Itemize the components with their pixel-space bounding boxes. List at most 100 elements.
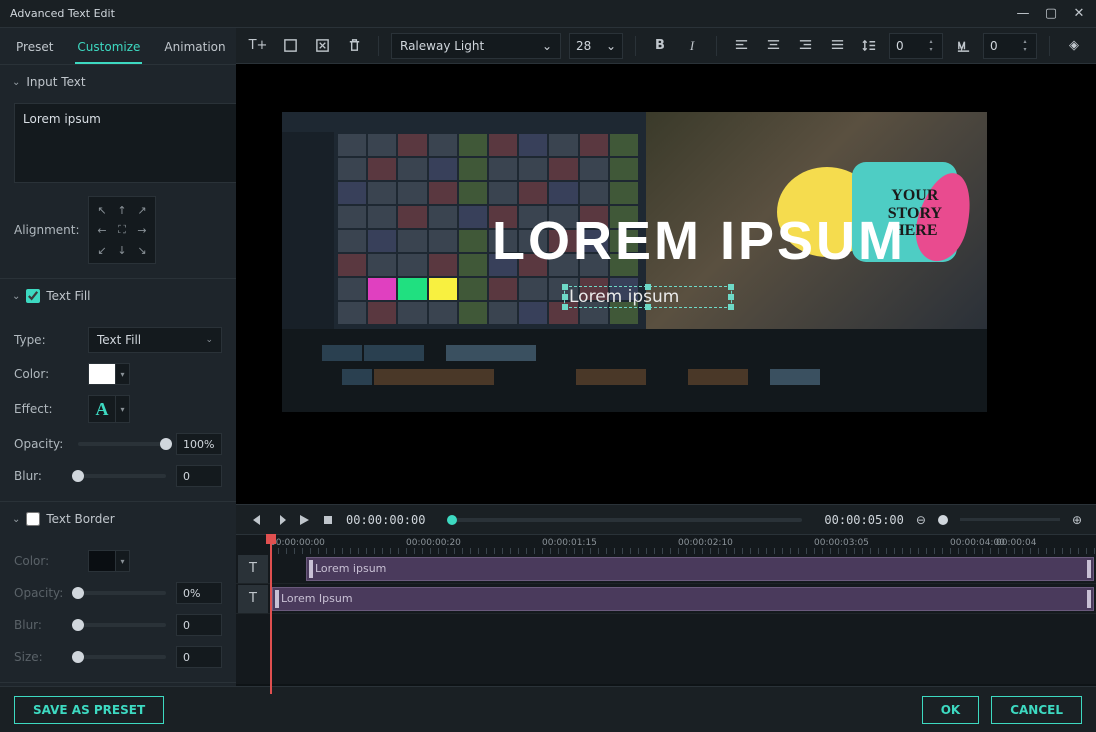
preview-text-selection[interactable]: Lorem ipsum (564, 286, 732, 308)
chevron-down-icon: ⌄ (12, 291, 20, 302)
text-border-checkbox[interactable] (26, 512, 40, 526)
timeline-ruler[interactable]: 00:00:00:00 00:00:00:20 00:00:01:15 00:0… (236, 534, 1096, 554)
fill-type-select[interactable]: Text Fill⌄ (88, 327, 222, 353)
align-tl[interactable]: ↖ (93, 201, 111, 219)
align-mc[interactable]: ⛶ (113, 221, 131, 239)
bold-button[interactable]: B (648, 34, 672, 58)
border-opacity-slider[interactable] (78, 591, 166, 595)
opacity-label: Opacity: (14, 437, 68, 451)
align-center-icon[interactable] (761, 34, 785, 58)
border-size-value[interactable]: 0 (176, 646, 222, 668)
section-title-fill: Text Fill (46, 289, 90, 303)
align-ml[interactable]: ← (93, 221, 111, 239)
timeline-clip[interactable]: Lorem Ipsum (272, 587, 1094, 611)
fill-blur-value[interactable]: 0 (176, 465, 222, 487)
effect-label: Effect: (14, 402, 78, 416)
playhead[interactable] (270, 534, 272, 694)
scrub-bar[interactable] (447, 518, 802, 522)
border-color-label: Color: (14, 554, 78, 568)
close-button[interactable]: ✕ (1072, 6, 1086, 21)
alignment-grid: ↖↑↗ ←⛶→ ↙↓↘ (88, 196, 156, 264)
track-text-icon[interactable]: T (238, 555, 268, 583)
fill-blur-slider[interactable] (78, 474, 166, 478)
maximize-button[interactable]: ▢ (1044, 6, 1058, 21)
align-bc[interactable]: ↓ (113, 241, 131, 259)
type-label: Type: (14, 333, 78, 347)
stop-button[interactable] (322, 514, 334, 526)
align-left-icon[interactable] (729, 34, 753, 58)
zoom-in-button[interactable]: ⊕ (1072, 513, 1082, 527)
zoom-slider[interactable] (938, 515, 948, 525)
align-right-icon[interactable] (793, 34, 817, 58)
text-fill-checkbox[interactable] (26, 289, 40, 303)
align-mr[interactable]: → (133, 221, 151, 239)
track-text-icon[interactable]: T (238, 585, 268, 613)
align-justify-icon[interactable] (825, 34, 849, 58)
align-tc[interactable]: ↑ (113, 201, 131, 219)
anchor-icon[interactable]: ◈ (1062, 34, 1086, 58)
text-transform-icon[interactable] (278, 34, 302, 58)
preview-canvas[interactable]: YOUR STORY HERE LOREM IPSUM Lorem ipsum (236, 64, 1096, 504)
align-tr[interactable]: ↗ (133, 201, 151, 219)
preview-main-title[interactable]: LOREM IPSUM (492, 210, 906, 272)
sidebar: Preset Customize Animation ⌄ Input Text … (0, 28, 236, 686)
chevron-down-icon: ⌄ (12, 77, 20, 88)
cancel-button[interactable]: CANCEL (991, 696, 1082, 724)
fill-color-swatch[interactable] (88, 363, 116, 385)
mini-timeline (282, 329, 987, 412)
section-title-input: Input Text (26, 75, 85, 89)
alignment-label: Alignment: (14, 223, 78, 237)
fill-opacity-slider[interactable] (78, 442, 166, 446)
fill-effect-dropdown[interactable]: ▾ (116, 395, 130, 423)
border-opacity-label: Opacity: (14, 586, 68, 600)
step-back-button[interactable] (250, 514, 262, 526)
border-blur-value[interactable]: 0 (176, 614, 222, 636)
border-color-dropdown[interactable]: ▾ (116, 550, 130, 572)
border-size-slider[interactable] (78, 655, 166, 659)
section-header-border[interactable]: ⌄ Text Border (0, 502, 236, 536)
trash-icon[interactable] (342, 34, 366, 58)
tab-preset[interactable]: Preset (14, 36, 55, 64)
text-toolbar: T+ Raleway Light⌄ 28⌄ B I 0▴▾ 0▴▾ ◈ (236, 28, 1096, 64)
timecode-duration: 00:00:05:00 (824, 513, 903, 527)
border-size-label: Size: (14, 650, 68, 664)
play-button[interactable] (298, 514, 310, 526)
chevron-down-icon: ⌄ (12, 514, 20, 525)
border-blur-label: Blur: (14, 618, 68, 632)
fill-color-dropdown[interactable]: ▾ (116, 363, 130, 385)
timeline-clip[interactable]: Lorem ipsum (306, 557, 1094, 581)
footer: SAVE AS PRESET OK CANCEL (0, 686, 1096, 732)
char-spacing-input[interactable]: 0▴▾ (983, 33, 1037, 59)
section-header-fill[interactable]: ⌄ Text Fill (0, 279, 236, 313)
prev-frame-button[interactable] (274, 514, 286, 526)
line-spacing-input[interactable]: 0▴▾ (889, 33, 943, 59)
fill-effect-preview[interactable]: A (88, 395, 116, 423)
add-text-icon[interactable]: T+ (246, 34, 270, 58)
text-remove-icon[interactable] (310, 34, 334, 58)
border-blur-slider[interactable] (78, 623, 166, 627)
timecode-current: 00:00:00:00 (346, 513, 425, 527)
minimize-button[interactable]: — (1016, 6, 1030, 21)
input-text-area[interactable]: Lorem ipsum (14, 103, 236, 183)
italic-button[interactable]: I (680, 34, 704, 58)
font-family-select[interactable]: Raleway Light⌄ (391, 33, 561, 59)
section-title-border: Text Border (46, 512, 114, 526)
save-preset-button[interactable]: SAVE AS PRESET (14, 696, 164, 724)
section-header-input[interactable]: ⌄ Input Text (0, 65, 236, 99)
align-bl[interactable]: ↙ (93, 241, 111, 259)
font-size-select[interactable]: 28⌄ (569, 33, 623, 59)
tab-animation[interactable]: Animation (162, 36, 227, 64)
title-bar: Advanced Text Edit — ▢ ✕ (0, 0, 1096, 28)
border-color-swatch[interactable] (88, 550, 116, 572)
playback-bar: 00:00:00:00 00:00:05:00 ⊖ ⊕ (236, 504, 1096, 534)
zoom-out-button[interactable]: ⊖ (916, 513, 926, 527)
window-title: Advanced Text Edit (10, 7, 115, 20)
border-opacity-value[interactable]: 0% (176, 582, 222, 604)
color-label: Color: (14, 367, 78, 381)
tab-customize[interactable]: Customize (75, 36, 142, 64)
ok-button[interactable]: OK (922, 696, 980, 724)
fill-opacity-value[interactable]: 100% (176, 433, 222, 455)
line-spacing-icon[interactable] (857, 34, 881, 58)
char-spacing-icon[interactable] (951, 34, 975, 58)
align-br[interactable]: ↘ (133, 241, 151, 259)
